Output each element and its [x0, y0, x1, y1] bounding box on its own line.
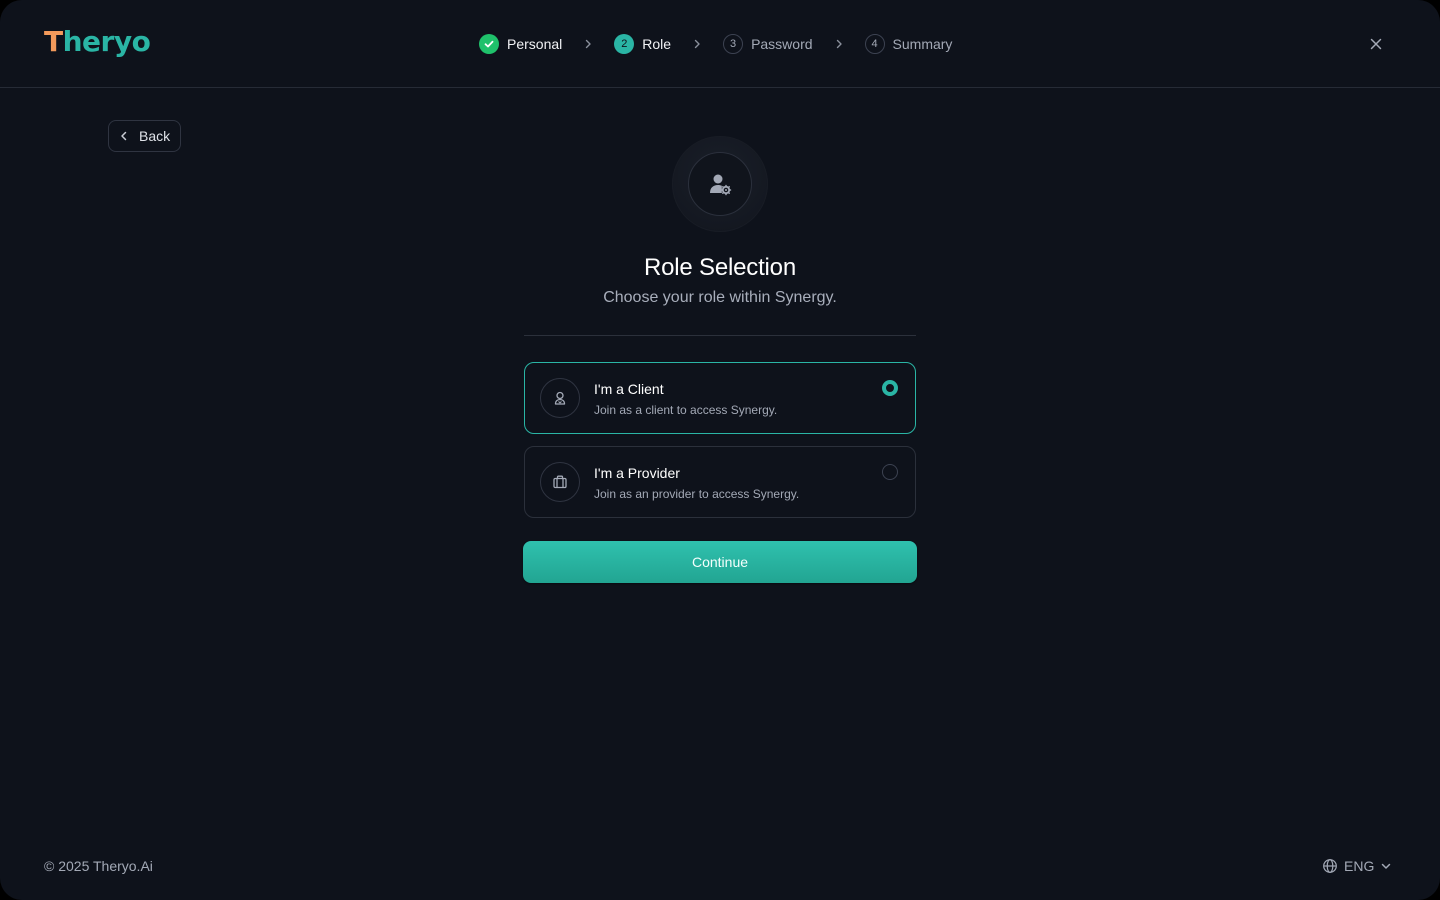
option-title: I'm a Provider — [594, 465, 680, 481]
role-selection-panel: Role Selection Choose your role within S… — [523, 136, 917, 583]
option-client[interactable]: I'm a Client Join as a client to access … — [524, 362, 916, 434]
step-number: 4 — [864, 34, 885, 54]
option-title: I'm a Client — [594, 381, 664, 397]
option-icon-circle — [540, 462, 580, 502]
role-options: I'm a Client Join as a client to access … — [524, 362, 916, 518]
continue-button[interactable]: Continue — [523, 541, 917, 583]
option-icon-circle — [540, 378, 580, 418]
radio-provider[interactable] — [882, 464, 898, 480]
back-label: Back — [139, 128, 171, 144]
app-window: Theryo Personal 2 Role 3 Password 4 Summ… — [0, 0, 1440, 900]
briefcase-icon — [553, 475, 567, 489]
page-title: Role Selection — [644, 254, 796, 281]
chevron-down-icon — [1382, 863, 1391, 869]
close-button[interactable] — [1366, 34, 1386, 54]
step-label: Password — [751, 36, 813, 52]
option-description: Join as a client to access Synergy. — [594, 403, 778, 417]
step-personal[interactable]: Personal — [479, 32, 562, 56]
divider — [524, 335, 916, 336]
step-number: 3 — [723, 34, 744, 54]
step-number: 2 — [614, 34, 635, 54]
logo[interactable]: Theryo — [44, 24, 151, 60]
option-description: Join as an provider to access Synergy. — [594, 487, 800, 501]
step-role[interactable]: 2 Role — [614, 32, 671, 56]
radio-client[interactable] — [882, 380, 898, 396]
copyright-text: © 2025 Theryo.Ai — [44, 858, 153, 874]
option-provider[interactable]: I'm a Provider Join as an provider to ac… — [524, 446, 916, 518]
logo-rest: heryo — [62, 25, 151, 58]
globe-icon — [1323, 859, 1337, 873]
user-settings-icon — [710, 174, 732, 196]
logo-first-letter: T — [44, 25, 63, 58]
step-password[interactable]: 3 Password — [723, 32, 813, 56]
step-label: Summary — [892, 36, 953, 52]
step-label: Personal — [507, 36, 563, 52]
language-selector[interactable]: ENG — [1322, 856, 1392, 876]
back-button[interactable]: Back — [108, 120, 182, 152]
step-label: Role — [642, 36, 672, 52]
chevron-right-icon — [831, 36, 847, 52]
chevron-right-icon — [580, 36, 596, 52]
hero-icon-circle — [688, 152, 752, 216]
page-subtitle: Choose your role within Synergy. — [603, 289, 837, 306]
step-summary[interactable]: 4 Summary — [864, 32, 953, 56]
stepper: Personal 2 Role 3 Password 4 Summary — [479, 32, 952, 56]
chevron-right-icon — [689, 36, 705, 52]
language-label: ENG — [1344, 858, 1375, 874]
check-icon — [479, 34, 499, 54]
header: Theryo Personal 2 Role 3 Password 4 Summ… — [0, 0, 1440, 88]
hero-icon-ring — [672, 136, 768, 232]
user-icon — [554, 391, 566, 405]
close-icon — [1370, 38, 1382, 50]
chevron-left-icon — [121, 131, 127, 141]
